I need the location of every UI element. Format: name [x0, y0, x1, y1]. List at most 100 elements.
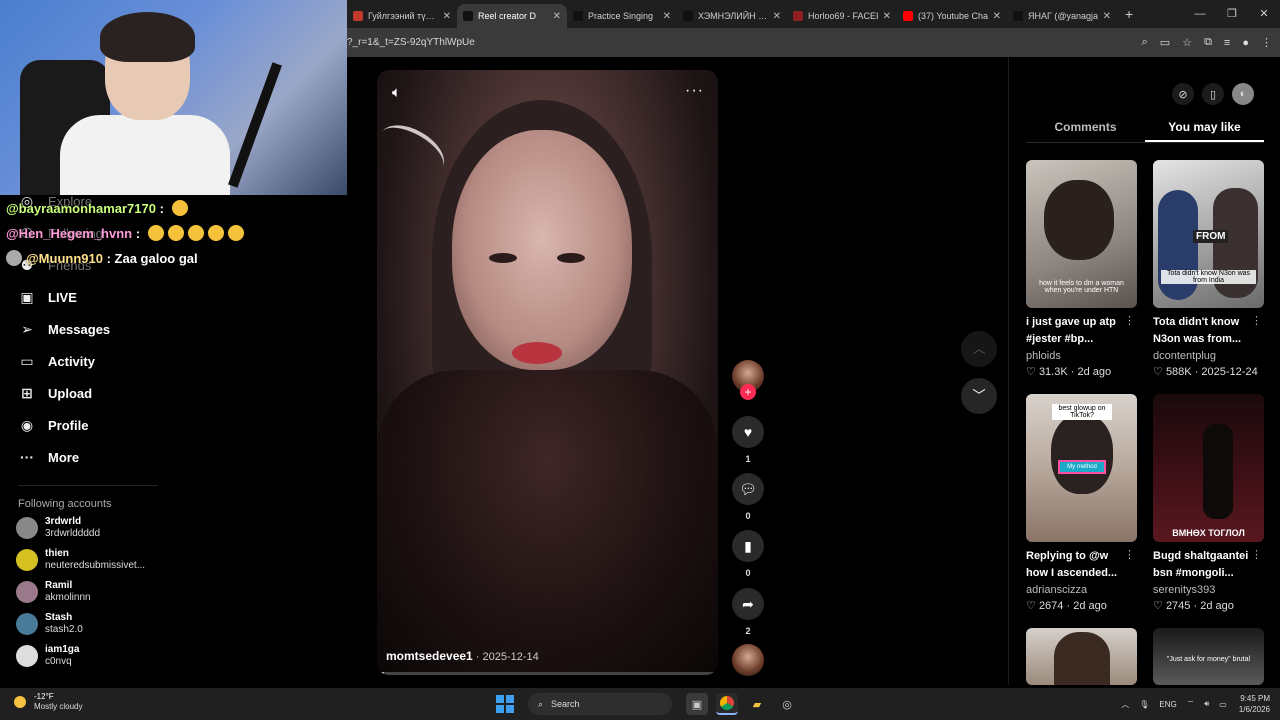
- tab-close-icon[interactable]: ✕: [773, 11, 781, 22]
- new-tab-icon[interactable]: +: [1125, 6, 1133, 22]
- phone-icon[interactable]: ▯: [1202, 83, 1224, 105]
- video-thumbnail[interactable]: FROM Tota didn't know N3on was from Indi…: [1153, 160, 1264, 308]
- follow-plus-icon[interactable]: +: [740, 384, 756, 400]
- tab-close-icon[interactable]: ✕: [663, 11, 671, 22]
- tab-comments[interactable]: Comments: [1026, 115, 1145, 142]
- sidebar-item-activity[interactable]: ▭ Activity: [18, 353, 95, 370]
- author-avatar-button[interactable]: +: [731, 360, 765, 400]
- task-view-icon[interactable]: ▣: [686, 693, 708, 715]
- comment-button[interactable]: 💬︎ 0: [731, 473, 765, 521]
- tab-close-icon[interactable]: ✕: [993, 11, 1001, 22]
- card-more-icon[interactable]: ⋮: [1251, 548, 1262, 561]
- user-avatar[interactable]: ◐: [1232, 83, 1254, 105]
- next-video-button[interactable]: ﹀: [961, 378, 997, 414]
- card-title[interactable]: Bugd shaltgaantei bsn #mongoli...: [1153, 548, 1264, 582]
- sidebar-item-profile[interactable]: ◉ Profile: [18, 417, 89, 434]
- streamer-figure: [60, 12, 230, 195]
- video-card[interactable]: ВМНӨХ ТОГЛОЛ ⋮ Bugd shaltgaantei bsn #mo…: [1153, 394, 1264, 614]
- chevron-up-icon[interactable]: ︿: [1121, 699, 1129, 710]
- tab-close-icon[interactable]: ✕: [883, 11, 891, 22]
- sidebar-item-messages[interactable]: ➢ Messages: [18, 321, 110, 338]
- following-account[interactable]: thien neuteredsubmissivet...: [16, 548, 145, 572]
- card-title[interactable]: Tota didn't know N3on was from...: [1153, 314, 1264, 348]
- card-title[interactable]: i just gave up atp #jester #bp...: [1026, 314, 1137, 348]
- clock-time: 9:45 PM: [1240, 694, 1270, 703]
- video-thumbnail[interactable]: [1026, 628, 1137, 685]
- following-account[interactable]: 3rdwrld 3rdwrlddddd: [16, 516, 100, 540]
- card-author[interactable]: phloids: [1026, 348, 1137, 364]
- browser-tab[interactable]: Reel creator D ✕: [457, 4, 567, 28]
- battery-icon[interactable]: ▭: [1219, 700, 1227, 709]
- video-thumbnail[interactable]: "Just ask for money" brutal: [1153, 628, 1264, 685]
- video-card[interactable]: FROM Tota didn't know N3on was from Indi…: [1153, 160, 1264, 380]
- restore-icon[interactable]: ❐: [1216, 0, 1248, 28]
- like-button[interactable]: ♥ 1: [731, 416, 765, 464]
- obs-icon[interactable]: ◎: [776, 693, 798, 715]
- card-author[interactable]: adrianscizza: [1026, 582, 1137, 598]
- video-thumbnail[interactable]: how it feels to dm a woman when you're u…: [1026, 160, 1137, 308]
- video-card[interactable]: "Just ask for money" brutal: [1153, 628, 1264, 685]
- following-account[interactable]: iam1ga c0nvq: [16, 644, 79, 668]
- save-button[interactable]: ▮ 0: [731, 530, 765, 578]
- browser-menu-icon[interactable]: ⋮: [1261, 36, 1272, 49]
- video-card[interactable]: how it feels to dm a woman when you're u…: [1026, 160, 1137, 380]
- file-explorer-icon[interactable]: ▰: [746, 693, 768, 715]
- video-player[interactable]: 🔈︎ ··· momtsedevee1 · 2025-12-14: [377, 70, 718, 675]
- close-window-icon[interactable]: ✕: [1248, 0, 1280, 28]
- tab-close-icon[interactable]: ✕: [1103, 11, 1111, 22]
- more-options-icon[interactable]: ···: [685, 82, 704, 100]
- following-account[interactable]: Ramil akmolinnn: [16, 580, 91, 604]
- video-subject-coat: [377, 370, 718, 675]
- browser-tab[interactable]: (37) Youtube Cha ✕: [897, 4, 1007, 28]
- sidebar-item-live[interactable]: ▣ LIVE: [18, 289, 77, 306]
- mic-icon[interactable]: 🎙︎: [1139, 700, 1149, 709]
- video-thumbnail[interactable]: best glowup on TikTok? My method: [1026, 394, 1137, 542]
- bookmark-star-icon[interactable]: ☆: [1182, 36, 1192, 49]
- url-text[interactable]: ?_r=1&_t=ZS-92qYThlWpUe: [347, 37, 475, 48]
- chrome-icon[interactable]: [716, 693, 738, 715]
- sidebar-item-label: Profile: [48, 418, 89, 433]
- cast-icon[interactable]: ▭: [1160, 36, 1170, 49]
- card-title[interactable]: Replying to @w how I ascended...: [1026, 548, 1137, 582]
- tab-you-may-like[interactable]: You may like: [1145, 115, 1264, 142]
- card-more-icon[interactable]: ⋮: [1124, 548, 1135, 561]
- weather-widget[interactable]: -12°F Mostly cloudy: [14, 692, 82, 712]
- tab-close-icon[interactable]: ✕: [443, 11, 451, 22]
- tab-close-icon[interactable]: ✕: [553, 11, 561, 22]
- browser-tab[interactable]: ЯНАГ (@yanagja ✕: [1007, 4, 1117, 28]
- video-author[interactable]: momtsedevee1: [386, 649, 473, 663]
- sidebar-item-upload[interactable]: ⊞ Upload: [18, 385, 92, 402]
- previous-video-button[interactable]: ︿: [961, 331, 997, 367]
- card-author[interactable]: serenitys393: [1153, 582, 1264, 598]
- windows-start-icon[interactable]: [496, 695, 514, 713]
- volume-tray-icon[interactable]: 🔊︎: [1204, 699, 1209, 709]
- following-account[interactable]: Stash stash2.0: [16, 612, 83, 636]
- reading-list-icon[interactable]: ≡: [1224, 37, 1230, 49]
- card-more-icon[interactable]: ⋮: [1251, 314, 1262, 327]
- card-author[interactable]: dcontentplug: [1153, 348, 1264, 364]
- coin-icon[interactable]: ⊘: [1172, 83, 1194, 105]
- browser-tab[interactable]: Horloo69 - FACEI ✕: [787, 4, 897, 28]
- video-thumbnail[interactable]: ВМНӨХ ТОГЛОЛ: [1153, 394, 1264, 542]
- clock[interactable]: 9:45 PM 1/6/2026: [1239, 693, 1270, 715]
- card-more-icon[interactable]: ⋮: [1124, 314, 1135, 327]
- music-disc[interactable]: [731, 644, 765, 676]
- browser-tab[interactable]: Practice Singing ✕: [567, 4, 677, 28]
- taskbar-search[interactable]: ⌕ Search: [528, 693, 672, 715]
- sidebar-item-more[interactable]: ··· More: [18, 449, 79, 465]
- browser-tab[interactable]: ХЭМНЭЛИЙН ДА ✕: [677, 4, 787, 28]
- video-progress-bar[interactable]: [377, 672, 718, 675]
- minimize-icon[interactable]: —: [1184, 0, 1216, 28]
- wifi-icon[interactable]: ⌔: [1187, 699, 1195, 709]
- account-handle: 3rdwrlddddd: [45, 528, 101, 539]
- video-card[interactable]: [1026, 628, 1137, 685]
- share-button[interactable]: ➦ 2: [731, 588, 765, 636]
- zoom-icon[interactable]: ⌕: [1142, 36, 1148, 49]
- extensions-icon[interactable]: ⧉: [1204, 36, 1212, 49]
- profile-icon[interactable]: ●: [1242, 37, 1249, 49]
- language-indicator[interactable]: ENG: [1159, 700, 1176, 709]
- light-glare: [377, 115, 453, 185]
- volume-icon[interactable]: 🔈︎: [392, 84, 401, 101]
- video-card[interactable]: best glowup on TikTok? My method ⋮ Reply…: [1026, 394, 1137, 614]
- browser-tab[interactable]: Гуйлгээний түүх | ✕: [347, 4, 457, 28]
